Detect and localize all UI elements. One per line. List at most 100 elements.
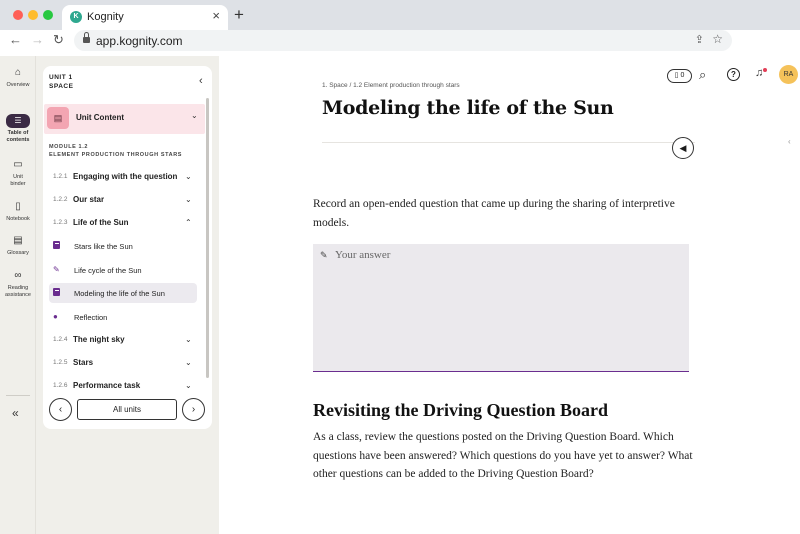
rail-item-reading-assistance[interactable]: ∞ Reading assistance — [0, 269, 36, 299]
section-title: The night sky — [73, 335, 125, 344]
toc-subsection-active[interactable]: Modeling the life of the Sun — [49, 283, 197, 303]
section-body: As a class, review the questions posted … — [313, 431, 693, 480]
reload-icon[interactable]: ↻ — [53, 32, 64, 48]
section-title: Our star — [73, 195, 105, 204]
unit-content-book-icon: ▤ — [47, 107, 69, 129]
next-unit-button[interactable]: › — [182, 398, 205, 421]
url-text: app.kognity.com — [96, 34, 183, 48]
help-icon[interactable]: ? — [727, 68, 740, 81]
toc-section-1-2-3[interactable]: 1.2.3 Life of the Sun ⌃ — [49, 214, 199, 232]
title-divider — [322, 142, 695, 143]
toc-section-1-2-4[interactable]: 1.2.4 The night sky ⌄ — [49, 331, 199, 349]
pencil-icon: ✎ — [53, 265, 60, 274]
module-name: ELEMENT PRODUCTION THROUGH STARS — [49, 152, 183, 158]
toc-subsection[interactable]: Stars like the Sun — [49, 236, 197, 256]
browser-tab[interactable]: K Kognity × — [62, 5, 228, 30]
rail-item-unit-binder[interactable]: ▭ Unit binder — [0, 158, 36, 188]
toc-scrollbar[interactable] — [206, 98, 209, 378]
rail-item-table-of-contents[interactable]: ☰ Table of contents — [0, 114, 36, 144]
section-title: Life of the Sun — [73, 218, 129, 227]
maximize-window-button[interactable] — [43, 10, 53, 20]
home-icon: ⌂ — [14, 67, 22, 78]
chevron-down-icon[interactable]: ⌄ — [185, 172, 192, 181]
section-number: 1.2.4 — [53, 336, 68, 343]
subsection-title: Stars like the Sun — [74, 242, 133, 251]
section-number: 1.2.6 — [53, 382, 68, 389]
toc-subsection[interactable]: ✎ Life cycle of the Sun — [49, 260, 197, 280]
collapse-sidebar-icon[interactable]: « — [12, 406, 19, 420]
toc-section-1-2-6[interactable]: 1.2.6 Performance task ⌄ — [49, 377, 199, 395]
subsection-title: Modeling the life of the Sun — [74, 289, 165, 298]
close-window-button[interactable] — [13, 10, 23, 20]
table-of-contents-icon: ☰ — [6, 114, 30, 128]
toc-section-1-2-5[interactable]: 1.2.5 Stars ⌄ — [49, 354, 199, 372]
glasses-icon: ∞ — [14, 270, 22, 281]
toc-footer: ‹ All units › — [43, 396, 212, 429]
rail-item-label: Glossary — [7, 250, 29, 256]
chevron-down-icon[interactable]: ⌄ — [185, 381, 192, 390]
kognity-favicon-icon: K — [70, 11, 82, 23]
chevron-down-icon[interactable]: ⌄ — [191, 111, 198, 120]
assignments-badge[interactable]: ▯ 0 — [667, 69, 692, 83]
question-prompt: Record an open-ended question that came … — [313, 198, 675, 229]
section-title: Engaging with the question — [73, 172, 178, 181]
subsection-title: Life cycle of the Sun — [74, 266, 142, 275]
rail-item-overview[interactable]: ⌂ Overview — [0, 66, 36, 89]
unit-content-item[interactable]: ▤ Unit Content ⌄ — [44, 104, 205, 134]
browser-toolbar: ← → ↻ app.kognity.com ⇪ ☆ — [0, 30, 800, 52]
page-title: Modeling the life of the Sun — [322, 97, 614, 119]
section-number: 1.2.5 — [53, 359, 68, 366]
section-number: 1.2.3 — [53, 219, 68, 226]
unit-heading: UNIT 1 SPACE — [49, 73, 73, 91]
unit-number: UNIT 1 — [49, 74, 73, 81]
avatar[interactable]: RA — [779, 65, 798, 84]
unit-content-label: Unit Content — [76, 113, 124, 122]
rail-divider — [6, 395, 30, 396]
address-bar[interactable]: app.kognity.com ⇪ ☆ — [74, 30, 732, 51]
lock-icon — [83, 32, 90, 43]
glossary-icon: ▤ — [13, 235, 23, 246]
back-arrow-icon[interactable]: ← — [9, 32, 22, 47]
main-content: ▯ 0 ⌕ ? ♫ RA 1. Space / 1.2 Element prod… — [219, 56, 800, 534]
module-number: MODULE 1.2 — [49, 144, 89, 150]
minimize-window-button[interactable] — [28, 10, 38, 20]
bookmark-star-icon[interactable]: ☆ — [712, 32, 723, 46]
chevron-down-icon[interactable]: ⌄ — [185, 335, 192, 344]
folder-icon: ▭ — [13, 159, 23, 170]
edge-handle-icon[interactable]: ‹ — [788, 137, 791, 146]
rail-item-label: Notebook — [6, 216, 30, 222]
share-icon[interactable]: ⇪ — [695, 33, 704, 46]
rail-item-glossary[interactable]: ▤ Glossary — [0, 234, 36, 257]
new-tab-icon[interactable]: + — [234, 6, 244, 24]
toc-section-1-2-2[interactable]: 1.2.2 Our star ⌄ — [49, 191, 199, 209]
bell-icon[interactable]: ♫ — [755, 67, 763, 79]
answer-textarea[interactable]: ✎ Your answer — [313, 244, 689, 372]
all-units-button[interactable]: All units — [77, 399, 177, 420]
rail-item-label: Table of contents — [6, 130, 30, 143]
chevron-down-icon[interactable]: ⌄ — [185, 358, 192, 367]
left-nav-rail: ⌂ Overview ☰ Table of contents ▭ Unit bi… — [0, 56, 36, 534]
notification-dot — [763, 68, 767, 72]
chevron-down-icon[interactable]: ⌄ — [185, 195, 192, 204]
speech-bubble-icon: ● — [53, 312, 58, 321]
tab-title: Kognity — [87, 11, 124, 23]
megaphone-icon[interactable]: ◀ — [672, 137, 694, 159]
toc-section-1-2-1[interactable]: 1.2.1 Engaging with the question ⌄ — [49, 168, 199, 186]
search-icon[interactable]: ⌕ — [699, 67, 706, 83]
subsection-title: Reflection — [74, 313, 108, 322]
rail-item-notebook[interactable]: ▯ Notebook — [0, 200, 36, 223]
close-tab-icon[interactable]: × — [212, 8, 220, 23]
forward-arrow-icon[interactable]: → — [31, 32, 44, 47]
breadcrumb[interactable]: 1. Space / 1.2 Element production throug… — [322, 82, 460, 89]
pencil-icon: ✎ — [320, 250, 328, 260]
chevron-left-icon[interactable]: ‹ — [199, 75, 203, 87]
section-number: 1.2.1 — [53, 173, 68, 180]
chevron-up-icon[interactable]: ⌃ — [185, 218, 192, 227]
previous-unit-button[interactable]: ‹ — [49, 398, 72, 421]
section-heading: Revisiting the Driving Question Board — [313, 400, 609, 420]
notebook-icon: ▯ — [15, 201, 21, 212]
app-root: ⌂ Overview ☰ Table of contents ▭ Unit bi… — [0, 56, 800, 534]
section-title: Performance task — [73, 381, 141, 390]
book-icon — [53, 288, 60, 297]
toc-subsection[interactable]: ● Reflection — [49, 307, 197, 327]
